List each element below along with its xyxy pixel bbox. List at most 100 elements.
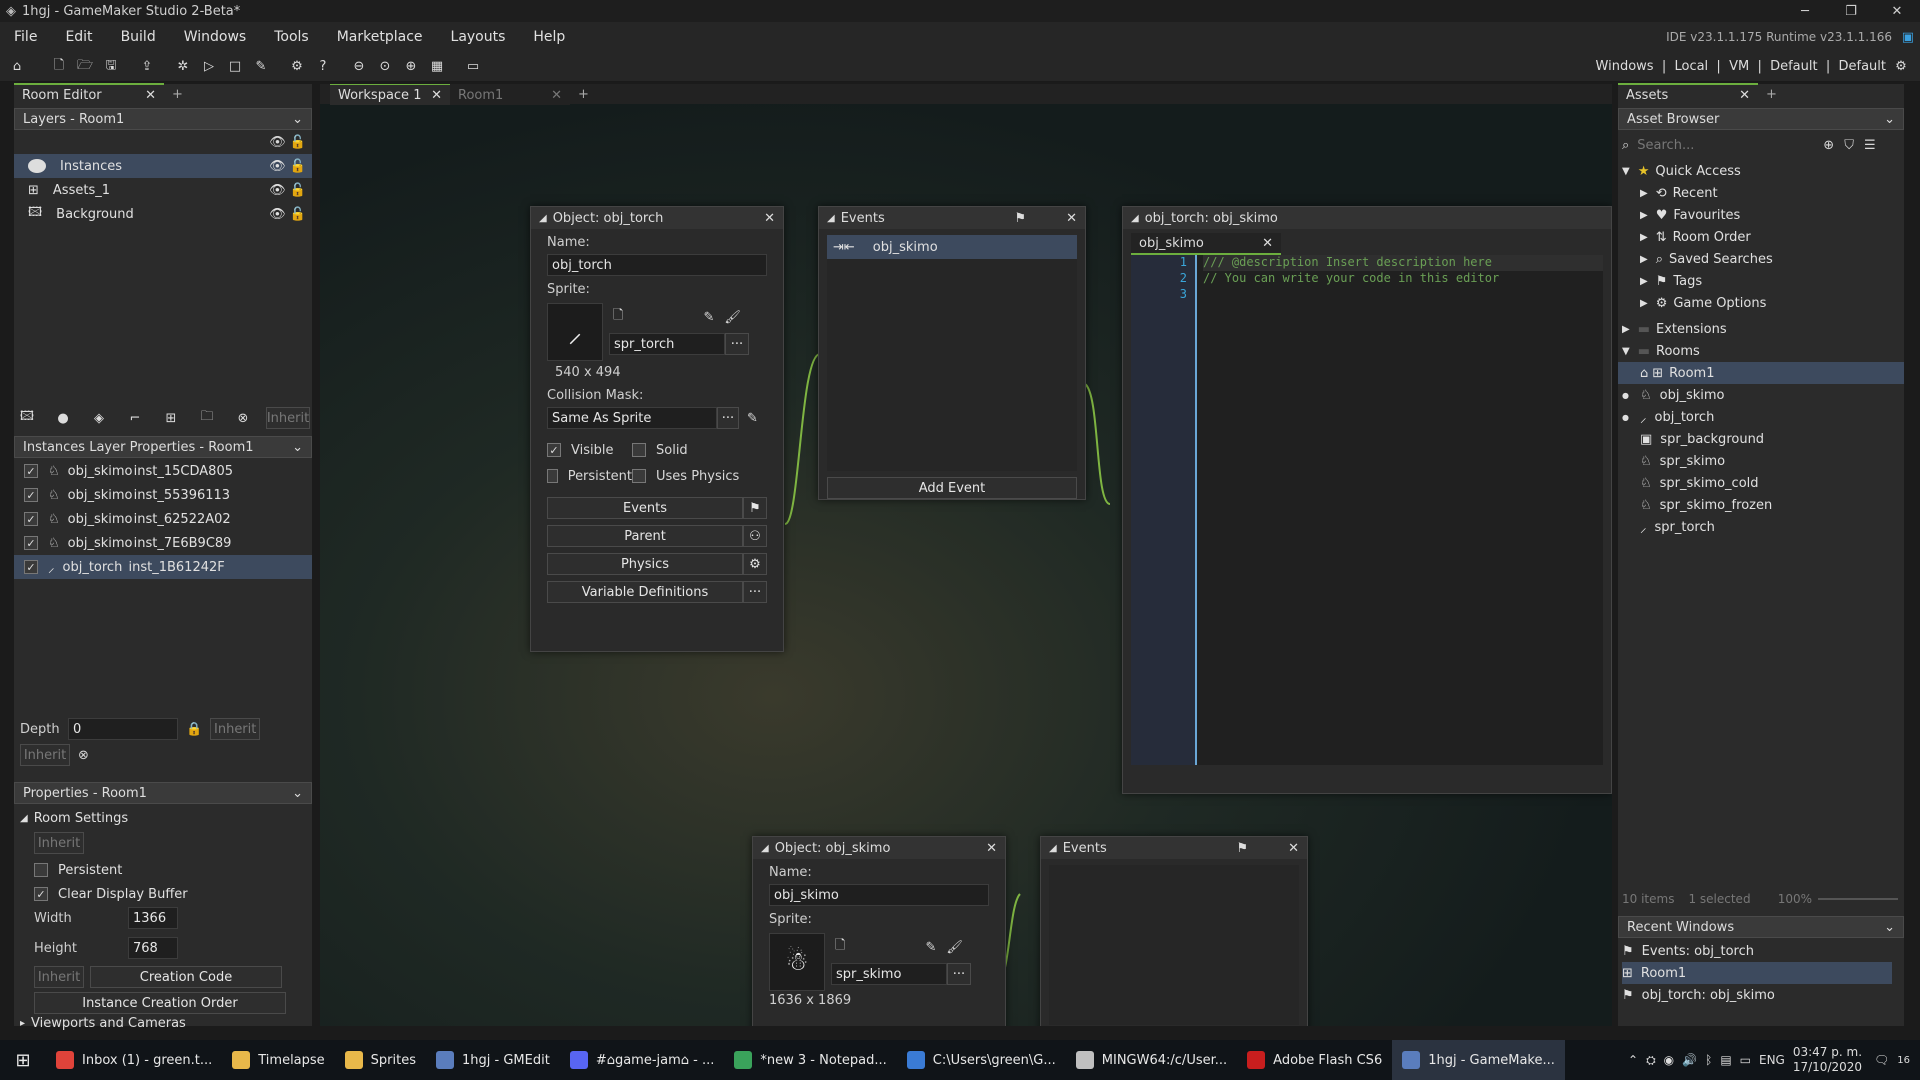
quick-access-group[interactable]: ▼ ★ Quick Access: [1618, 160, 1904, 182]
edit-sprite-icon[interactable]: ✎: [925, 940, 936, 955]
taskbar-item[interactable]: Sprites: [335, 1040, 426, 1080]
filter-icon[interactable]: ⛉: [1844, 138, 1854, 153]
notifications-icon[interactable]: 🗨: [1874, 1053, 1889, 1067]
name-input[interactable]: obj_skimo: [769, 884, 989, 906]
instance-visible-checkbox[interactable]: ✓: [24, 488, 38, 502]
language-indicator[interactable]: ENG: [1759, 1053, 1785, 1067]
new-sprite-icon[interactable]: 🗋: [835, 936, 845, 958]
recent-item[interactable]: ⚑ obj_torch: obj_skimo: [1622, 984, 1892, 1006]
flag-icon[interactable]: ⚑: [1236, 841, 1248, 856]
inherit-room-button[interactable]: Inherit: [34, 832, 84, 854]
taskbar-item[interactable]: Timelapse: [222, 1040, 334, 1080]
search-input[interactable]: Search...: [1633, 134, 1803, 156]
collision-mask-input[interactable]: Same As Sprite: [547, 407, 717, 429]
code-area[interactable]: /// @description Insert description here…: [1197, 255, 1603, 303]
width-input[interactable]: 1366: [128, 907, 178, 929]
viewports-group[interactable]: ▸ Viewports and Cameras: [20, 1014, 310, 1032]
close-icon[interactable]: ✕: [986, 841, 997, 856]
sprite-preview[interactable]: ☃: [769, 933, 825, 991]
recent-item[interactable]: ⊞ Room1: [1622, 962, 1892, 984]
tray-chevron-icon[interactable]: ⌃: [1628, 1053, 1638, 1067]
inherit-depth-button[interactable]: Inherit: [210, 718, 261, 740]
new-sprite-icon[interactable]: 🗋: [613, 306, 623, 328]
menu-tools[interactable]: Tools: [260, 22, 323, 52]
eye-icon[interactable]: 👁 🔓: [269, 207, 312, 222]
clear-icon[interactable]: ⊗: [78, 748, 89, 763]
open-project-icon[interactable]: 🗁: [73, 55, 97, 79]
layer-instances[interactable]: Instances 👁 🔓: [14, 154, 312, 178]
taskbar-item[interactable]: C:\Users\green\G...: [897, 1040, 1066, 1080]
flag-icon[interactable]: ⚑: [1014, 211, 1026, 226]
room-props-header[interactable]: Properties - Room1 ⌄: [14, 782, 312, 804]
variable-definitions-button[interactable]: Variable Definitions: [547, 581, 743, 603]
parent-icon[interactable]: ⚇: [743, 525, 767, 547]
eye-icon[interactable]: 👁 🔓: [269, 159, 312, 174]
stop-icon[interactable]: □: [223, 55, 247, 79]
quick-access-item[interactable]: ▶ ⇅ Room Order: [1618, 226, 1904, 248]
edit-mask-icon[interactable]: ✎: [747, 411, 758, 426]
run-icon[interactable]: ▷: [197, 55, 221, 79]
eye-icon[interactable]: 👁: [269, 135, 286, 150]
help-icon[interactable]: ?: [311, 55, 335, 79]
menu-build[interactable]: Build: [107, 22, 170, 52]
layer-assets[interactable]: ⊞ Assets_1 👁 🔓: [14, 178, 312, 202]
recent-windows-header[interactable]: Recent Windows ⌄: [1618, 916, 1904, 938]
clean-icon[interactable]: ✎: [249, 55, 273, 79]
taskbar-item[interactable]: 1hgj - GMEdit: [426, 1040, 560, 1080]
brush-icon[interactable]: 🖌: [724, 310, 741, 325]
add-tile-layer-icon[interactable]: ◈: [87, 406, 111, 430]
tray-game-icon[interactable]: ◉: [1664, 1053, 1674, 1067]
battery-icon[interactable]: ▭: [1740, 1053, 1751, 1067]
sprite-browse-button[interactable]: ···: [725, 333, 749, 355]
asset-item[interactable]: ♘ spr_skimo: [1618, 450, 1904, 472]
sprite-browse-button[interactable]: ···: [947, 963, 971, 985]
layers-header[interactable]: Layers - Room1 ⌄: [14, 108, 312, 130]
taskbar-item[interactable]: Adobe Flash CS6: [1237, 1040, 1392, 1080]
eye-icon[interactable]: 👁 🔓: [269, 183, 312, 198]
quick-access-item[interactable]: ▶ ⟲ Recent: [1618, 182, 1904, 204]
depth-input[interactable]: 0: [68, 718, 178, 740]
instance-visible-checkbox[interactable]: ✓: [24, 512, 38, 526]
instance-row[interactable]: ✓ ♘ obj_skimo inst_7E6B9C89: [14, 531, 312, 555]
rooms-folder[interactable]: ▼ ▬ Rooms: [1618, 340, 1904, 362]
minimize-button[interactable]: ─: [1782, 4, 1828, 19]
taskbar-item[interactable]: 1hgj - GameMake...: [1392, 1040, 1565, 1080]
asset-item[interactable]: ● ♘ obj_skimo: [1618, 384, 1904, 406]
instances-props-header[interactable]: Instances Layer Properties - Room1 ⌄: [14, 436, 312, 458]
collapse-icon[interactable]: ◢: [761, 843, 769, 854]
extensions-folder[interactable]: ▶ ▬ Extensions: [1618, 318, 1904, 340]
inherit-layer-button[interactable]: Inherit: [266, 407, 310, 429]
add-event-button[interactable]: Add Event: [827, 477, 1077, 499]
close-icon[interactable]: ✕: [1066, 211, 1077, 226]
display-icon[interactable]: ▭: [461, 55, 485, 79]
uses-physics-checkbox[interactable]: Uses Physics: [632, 469, 739, 484]
persistent-checkbox[interactable]: Persistent: [20, 858, 310, 882]
instance-row[interactable]: ✓ ⸝ obj_torch inst_1B61242F: [14, 555, 312, 579]
network-icon[interactable]: ▤: [1720, 1053, 1731, 1067]
asset-item[interactable]: ♘ spr_skimo_cold: [1618, 472, 1904, 494]
instance-visible-checkbox[interactable]: ✓: [24, 560, 38, 574]
menu-edit[interactable]: Edit: [51, 22, 106, 52]
asset-item[interactable]: ▣ spr_background: [1618, 428, 1904, 450]
taskbar-item[interactable]: MINGW64:/c/User...: [1066, 1040, 1237, 1080]
taskbar-item[interactable]: *new 3 - Notepad...: [724, 1040, 896, 1080]
zoom-reset-icon[interactable]: ⊙: [373, 55, 397, 79]
save-project-icon[interactable]: 🖫: [99, 55, 123, 79]
add-asset-layer-icon[interactable]: ⊞: [159, 406, 183, 430]
quick-access-item[interactable]: ▶ ⌕ Saved Searches: [1618, 248, 1904, 270]
add-instance-layer-icon[interactable]: ●: [51, 406, 75, 430]
quick-access-item[interactable]: ▶ ⚙ Game Options: [1618, 292, 1904, 314]
asset-item[interactable]: ● ⸝ obj_torch: [1618, 406, 1904, 428]
instance-visible-checkbox[interactable]: ✓: [24, 464, 38, 478]
recent-item[interactable]: ⚑ Events: obj_torch: [1622, 940, 1892, 962]
target-settings-icon[interactable]: ⚙: [1889, 55, 1913, 79]
bluetooth-icon[interactable]: ᛒ: [1705, 1053, 1712, 1067]
asset-item[interactable]: ⸝ spr_torch: [1618, 516, 1904, 538]
menu-marketplace[interactable]: Marketplace: [323, 22, 437, 52]
room1-item[interactable]: ⌂ ⊞ Room1: [1618, 362, 1904, 384]
quick-access-item[interactable]: ▶ ⚑ Tags: [1618, 270, 1904, 292]
name-input[interactable]: obj_torch: [547, 254, 767, 276]
delete-layer-icon[interactable]: ⊗: [231, 406, 255, 430]
collapse-icon[interactable]: ◢: [539, 213, 547, 224]
events-button[interactable]: Events: [547, 497, 743, 519]
